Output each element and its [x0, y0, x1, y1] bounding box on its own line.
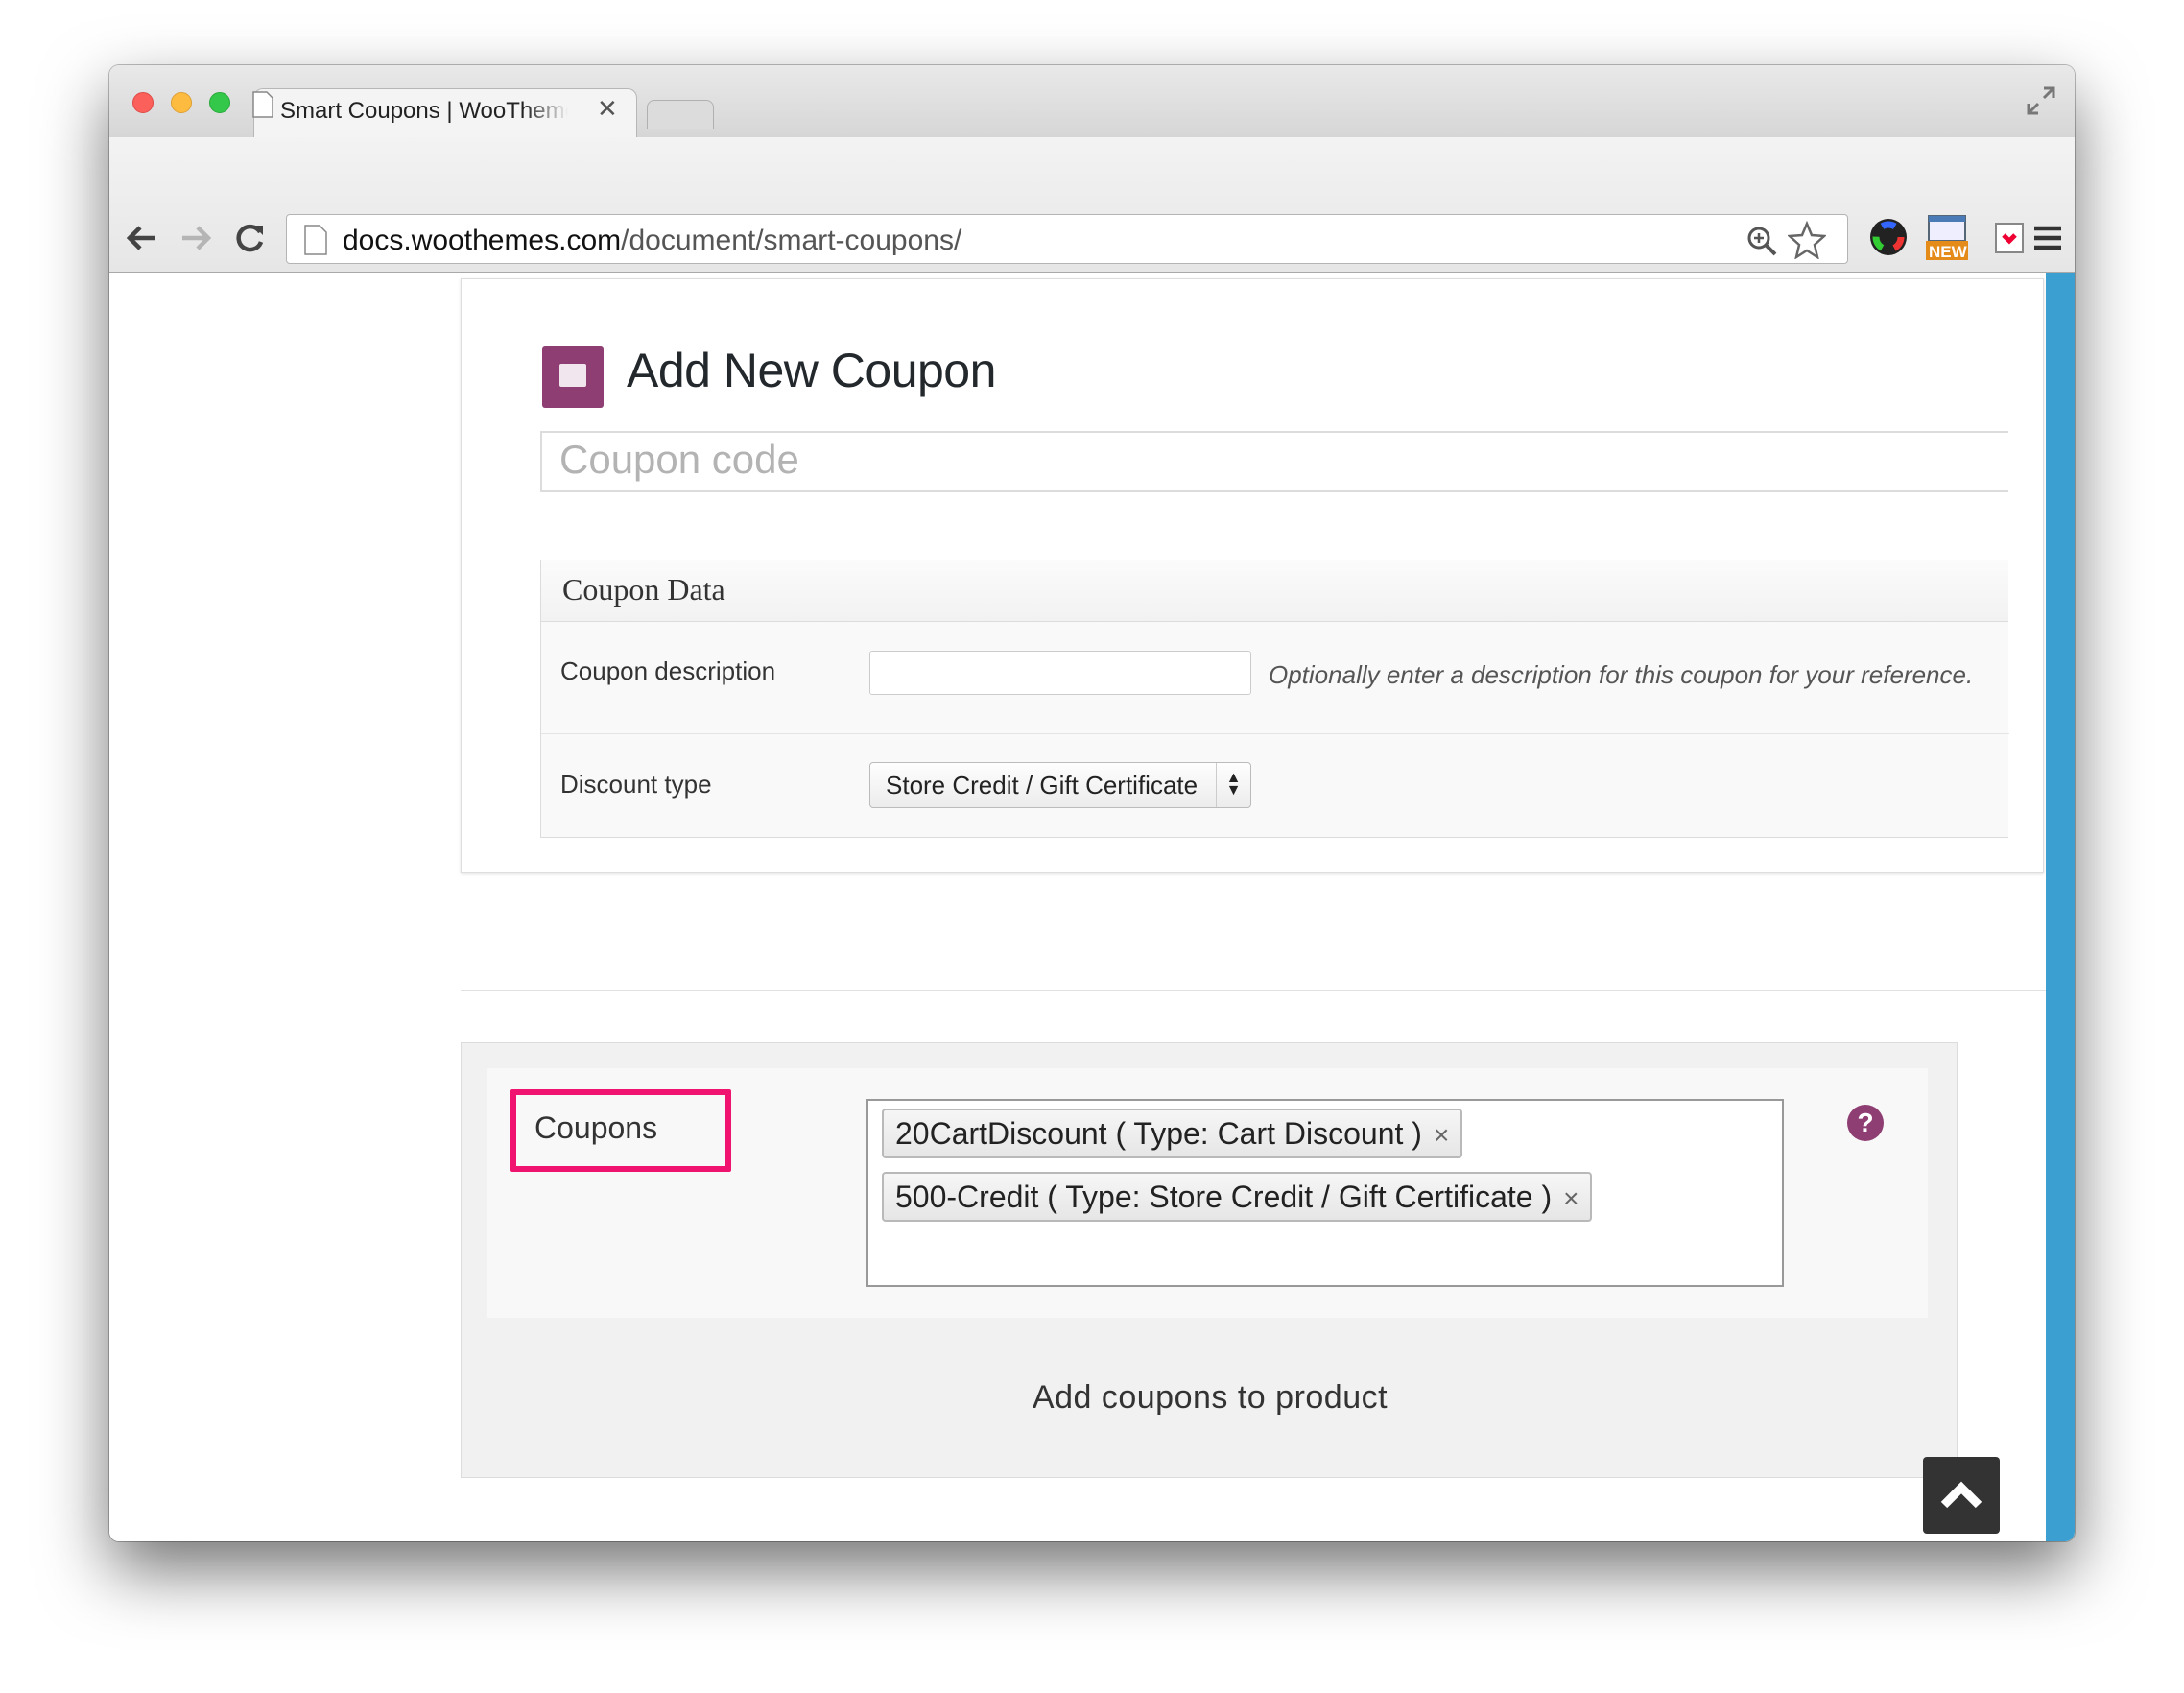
pocket-icon[interactable]	[1990, 214, 2029, 267]
minimize-window-button[interactable]	[171, 92, 192, 113]
address-bar[interactable]: docs.woothemes.com/document/smart-coupon…	[286, 214, 1848, 264]
url-text: docs.woothemes.com/document/smart-coupon…	[343, 225, 962, 256]
discount-type-value: Store Credit / Gift Certificate	[886, 771, 1199, 799]
coupon-description-field[interactable]	[869, 651, 1251, 695]
coupon-tag[interactable]: 20CartDiscount ( Type: Cart Discount ) ×	[882, 1109, 1463, 1158]
toolbar: docs.woothemes.com/document/smart-coupon…	[109, 137, 2075, 273]
new-tab-button[interactable]	[647, 100, 714, 129]
coupon-data-title: Coupon Data	[541, 560, 2008, 622]
reload-icon[interactable]	[230, 214, 269, 267]
page-title: Add New Coupon	[627, 344, 996, 397]
menu-icon[interactable]	[2029, 214, 2067, 267]
coupon-icon	[542, 346, 604, 408]
coupon-description-hint: Optionally enter a description for this …	[1269, 660, 1974, 689]
browser-window: Smart Coupons | WooThemes ✕ docs.woothem…	[109, 65, 2075, 1541]
forward-arrow-icon[interactable]	[177, 214, 215, 267]
coupon-description-label: Coupon description	[560, 656, 776, 685]
tab-close-icon[interactable]: ✕	[597, 94, 618, 124]
section-divider	[461, 990, 2048, 991]
product-coupons-screenshot: Coupons 20CartDiscount ( Type: Cart Disc…	[461, 1042, 1958, 1478]
coupon-tag-label: 500-Credit ( Type: Store Credit / Gift C…	[895, 1180, 1553, 1214]
coupon-description-row: Coupon description Optionally enter a de…	[541, 622, 2009, 734]
select-arrows-icon: ▲ ▼	[1216, 763, 1250, 807]
coupon-data-panel: Coupon Data Coupon description Optionall…	[540, 560, 2009, 839]
coupon-tag[interactable]: 500-Credit ( Type: Store Credit / Gift C…	[882, 1172, 1593, 1222]
coupons-multiselect[interactable]: 20CartDiscount ( Type: Cart Discount ) × …	[866, 1099, 1784, 1287]
color-wheel-icon[interactable]	[1867, 214, 1910, 267]
scrollbar[interactable]	[2046, 273, 2075, 1541]
chevron-up-icon	[1940, 1481, 1982, 1509]
star-icon[interactable]	[1786, 220, 1828, 264]
remove-tag-icon[interactable]: ×	[1563, 1183, 1579, 1213]
back-arrow-icon[interactable]	[123, 214, 161, 267]
remove-tag-icon[interactable]: ×	[1434, 1120, 1449, 1150]
new-badge: NEW	[1929, 243, 1967, 261]
add-coupon-screenshot: Add New Coupon Coupon code Coupon Data C…	[461, 278, 2044, 873]
figure-caption: Add coupons to product	[1032, 1379, 1389, 1416]
page-viewport: Add New Coupon Coupon code Coupon Data C…	[109, 273, 2075, 1541]
fullscreen-icon[interactable]	[2025, 84, 2057, 122]
page-icon	[302, 223, 329, 262]
coupons-label-highlight	[510, 1089, 731, 1172]
coupon-tag-label: 20CartDiscount ( Type: Cart Discount )	[895, 1116, 1422, 1151]
coupons-field-row: Coupons 20CartDiscount ( Type: Cart Disc…	[487, 1068, 1928, 1318]
discount-type-row: Discount type Store Credit / Gift Certif…	[541, 733, 2009, 839]
discount-type-label: Discount type	[560, 770, 712, 799]
coupon-code-input[interactable]: Coupon code	[540, 431, 2008, 492]
zoom-window-button[interactable]	[209, 92, 230, 113]
tab-title: Smart Coupons | WooThemes	[280, 98, 568, 124]
back-to-top-button[interactable]	[1923, 1457, 2000, 1534]
close-window-button[interactable]	[132, 92, 154, 113]
discount-type-select[interactable]: Store Credit / Gift Certificate ▲ ▼	[869, 762, 1251, 808]
tab-bar: Smart Coupons | WooThemes ✕	[109, 65, 2075, 140]
zoom-icon[interactable]	[1745, 225, 1778, 262]
new-extension-icon[interactable]: NEW	[1923, 212, 1971, 269]
help-icon[interactable]: ?	[1847, 1105, 1884, 1141]
